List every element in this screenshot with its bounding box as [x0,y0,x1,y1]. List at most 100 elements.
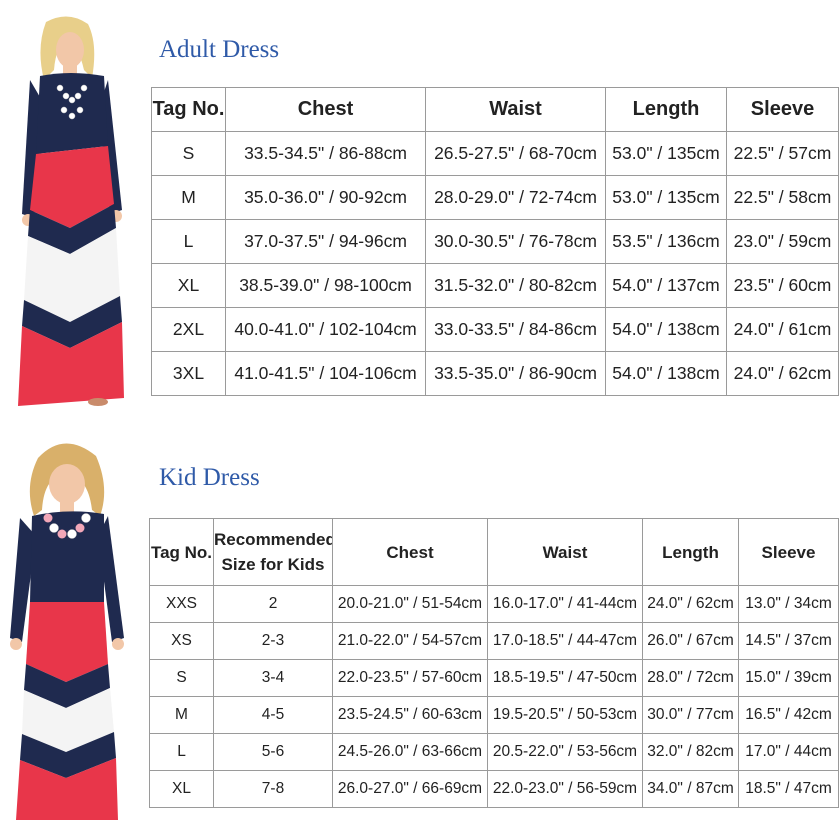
cell-length: 28.0" / 72cm [642,659,739,697]
cell-chest: 22.0-23.5" / 57-60cm [332,659,488,697]
table-row: XXS 2 20.0-21.0" / 51-54cm 16.0-17.0" / … [149,585,839,623]
bodice [30,511,104,602]
table-row: XL 38.5-39.0" / 98-100cm 31.5-32.0" / 80… [151,263,839,308]
cell-length: 53.0" / 135cm [605,131,727,176]
cell-waist: 16.0-17.0" / 41-44cm [487,585,643,623]
header-sleeve: Sleeve [738,518,839,586]
cell-age: 3-4 [213,659,333,697]
cell-chest: 24.5-26.0" / 63-66cm [332,733,488,771]
cell-chest: 23.5-24.5" / 60-63cm [332,696,488,734]
cell-tag: XL [149,770,214,808]
cell-tag: 2XL [151,307,226,352]
cell-waist: 30.0-30.5" / 76-78cm [425,219,606,264]
cell-sleeve: 17.0" / 44cm [738,733,839,771]
cell-waist: 22.0-23.0" / 56-59cm [487,770,643,808]
face [49,464,85,504]
cell-chest: 33.5-34.5" / 86-88cm [225,131,426,176]
cell-sleeve: 14.5" / 37cm [738,622,839,660]
table-row: M 4-5 23.5-24.5" / 60-63cm 19.5-20.5" / … [149,696,839,734]
cell-tag: L [149,733,214,771]
table-row: XS 2-3 21.0-22.0" / 54-57cm 17.0-18.5" /… [149,622,839,660]
cell-sleeve: 13.0" / 34cm [738,585,839,623]
cell-tag: S [149,659,214,697]
cell-chest: 38.5-39.0" / 98-100cm [225,263,426,308]
table-row: L 5-6 24.5-26.0" / 63-66cm 20.5-22.0" / … [149,733,839,771]
cell-chest: 41.0-41.5" / 104-106cm [225,351,426,396]
cell-waist: 28.0-29.0" / 72-74cm [425,175,606,220]
cell-waist: 20.5-22.0" / 53-56cm [487,733,643,771]
cell-length: 24.0" / 62cm [642,585,739,623]
kid-model-image [10,443,124,820]
cell-sleeve: 16.5" / 42cm [738,696,839,734]
cell-length: 54.0" / 137cm [605,263,727,308]
header-length: Length [605,87,727,132]
cell-length: 26.0" / 67cm [642,622,739,660]
cell-sleeve: 18.5" / 47cm [738,770,839,808]
table-row: 2XL 40.0-41.0" / 102-104cm 33.0-33.5" / … [151,307,839,352]
cell-tag: M [149,696,214,734]
cell-chest: 40.0-41.0" / 102-104cm [225,307,426,352]
kid-size-table: Tag No. Recommended Size for Kids Chest … [149,518,839,808]
cell-chest: 37.0-37.5" / 94-96cm [225,219,426,264]
cell-sleeve: 22.5" / 57cm [726,131,839,176]
cell-tag: XXS [149,585,214,623]
table-row: L 37.0-37.5" / 94-96cm 30.0-30.5" / 76-7… [151,219,839,264]
cell-length: 34.0" / 87cm [642,770,739,808]
cell-sleeve: 24.0" / 61cm [726,307,839,352]
kid-section-title: Kid Dress [159,464,260,491]
adult-section-title: Adult Dress [159,36,280,63]
table-header-row: Tag No. Chest Waist Length Sleeve [151,87,839,132]
face [56,32,84,68]
cell-length: 54.0" / 138cm [605,351,727,396]
header-tag-no: Tag No. [149,518,214,586]
cell-sleeve: 23.5" / 60cm [726,263,839,308]
cell-length: 53.0" / 135cm [605,175,727,220]
cell-sleeve: 15.0" / 39cm [738,659,839,697]
cell-chest: 21.0-22.0" / 54-57cm [332,622,488,660]
header-chest: Chest [332,518,488,586]
cell-length: 32.0" / 82cm [642,733,739,771]
cell-age: 7-8 [213,770,333,808]
cell-waist: 33.5-35.0" / 86-90cm [425,351,606,396]
table-row: M 35.0-36.0" / 90-92cm 28.0-29.0" / 72-7… [151,175,839,220]
cell-age: 4-5 [213,696,333,734]
cell-age: 2 [213,585,333,623]
header-sleeve: Sleeve [726,87,839,132]
cell-chest: 20.0-21.0" / 51-54cm [332,585,488,623]
cell-waist: 31.5-32.0" / 80-82cm [425,263,606,308]
cell-tag: M [151,175,226,220]
cell-age: 5-6 [213,733,333,771]
cell-length: 53.5" / 136cm [605,219,727,264]
cell-tag: L [151,219,226,264]
table-row: S 33.5-34.5" / 86-88cm 26.5-27.5" / 68-7… [151,131,839,176]
table-row: XL 7-8 26.0-27.0" / 66-69cm 22.0-23.0" /… [149,770,839,808]
cell-sleeve: 24.0" / 62cm [726,351,839,396]
cell-tag: 3XL [151,351,226,396]
cell-waist: 33.0-33.5" / 84-86cm [425,307,606,352]
header-recommended-size: Recommended Size for Kids [213,518,333,586]
cell-age: 2-3 [213,622,333,660]
table-row: 3XL 41.0-41.5" / 104-106cm 33.5-35.0" / … [151,351,839,396]
cell-chest: 35.0-36.0" / 90-92cm [225,175,426,220]
cell-waist: 18.5-19.5" / 47-50cm [487,659,643,697]
table-header-row: Tag No. Recommended Size for Kids Chest … [149,518,839,586]
header-waist: Waist [487,518,643,586]
cell-sleeve: 22.5" / 58cm [726,175,839,220]
cell-length: 54.0" / 138cm [605,307,727,352]
adult-model-image [18,16,124,406]
adult-size-table: Tag No. Chest Waist Length Sleeve S 33.5… [151,87,839,396]
cell-tag: S [151,131,226,176]
header-waist: Waist [425,87,606,132]
cell-tag: XS [149,622,214,660]
cell-sleeve: 23.0" / 59cm [726,219,839,264]
cell-waist: 26.5-27.5" / 68-70cm [425,131,606,176]
header-tag-no: Tag No. [151,87,226,132]
table-row: S 3-4 22.0-23.5" / 57-60cm 18.5-19.5" / … [149,659,839,697]
cell-chest: 26.0-27.0" / 66-69cm [332,770,488,808]
header-length: Length [642,518,739,586]
cell-waist: 19.5-20.5" / 50-53cm [487,696,643,734]
cell-waist: 17.0-18.5" / 44-47cm [487,622,643,660]
cell-tag: XL [151,263,226,308]
header-chest: Chest [225,87,426,132]
cell-length: 30.0" / 77cm [642,696,739,734]
